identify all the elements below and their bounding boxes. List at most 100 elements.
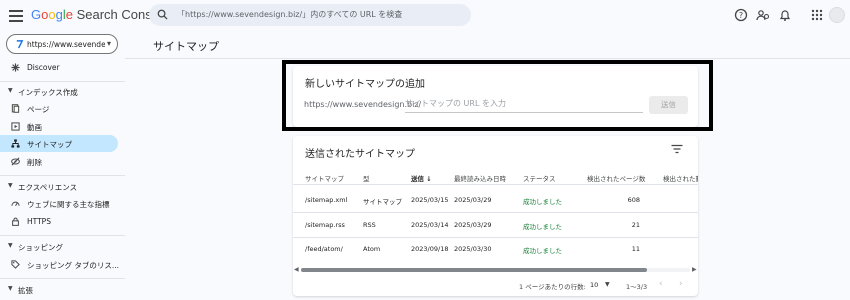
removal-icon bbox=[11, 157, 20, 166]
sidebar-section-shopping[interactable]: ▼ ショッピング bbox=[0, 239, 125, 253]
column-header-submitted[interactable]: 送信 ↓ bbox=[411, 173, 432, 183]
scroll-right-arrow-icon[interactable]: ▶ bbox=[692, 266, 697, 273]
status-badge: 成功しました bbox=[523, 198, 562, 206]
collapse-triangle-icon: ▼ bbox=[8, 285, 13, 292]
gauge-icon bbox=[11, 201, 20, 207]
header-divider bbox=[125, 58, 850, 59]
section-label: ショッピング bbox=[18, 243, 63, 252]
pages-found-count: 608 bbox=[627, 196, 640, 204]
section-label: エクスペリエンス bbox=[18, 183, 78, 192]
sidebar-divider bbox=[0, 235, 125, 236]
pagination-range: 1～3/3 bbox=[626, 283, 648, 291]
sidebar-item-shopping-listings[interactable]: ショッピング タブのリス... bbox=[0, 256, 120, 273]
sidebar-item-label: サイトマップ bbox=[27, 140, 72, 149]
sidebar-item-core-web-vitals[interactable]: ウェブに関する主な指標 bbox=[0, 195, 118, 212]
apps-grid-icon[interactable] bbox=[810, 8, 824, 22]
submitted-sitemaps-title: 送信されたサイトマップ bbox=[305, 149, 415, 160]
sidebar-item-video[interactable]: 動画 bbox=[0, 118, 118, 135]
video-icon bbox=[11, 122, 20, 131]
horizontal-scrollbar[interactable]: ◀ ▶ bbox=[293, 266, 698, 274]
sidebar-item-label: HTTPS bbox=[27, 217, 51, 226]
sidebar-item-pages[interactable]: ページ bbox=[0, 100, 118, 117]
sidebar-item-label: ショッピング タブのリス... bbox=[27, 261, 120, 270]
sidebar-item-discover[interactable]: Discover bbox=[0, 59, 118, 76]
last-read-date: 2025/03/29 bbox=[454, 196, 492, 204]
sidebar: https://www.sevendesi... ▾ Discover ▼ イン… bbox=[0, 30, 125, 300]
google-logo-text: Google bbox=[31, 7, 73, 22]
property-favicon-icon bbox=[16, 40, 24, 49]
sidebar-item-label: ウェブに関する主な指標 bbox=[27, 200, 110, 209]
column-header-type[interactable]: 型 bbox=[363, 173, 370, 183]
top-bar: Google Search Console 「https://www.seven… bbox=[0, 0, 850, 30]
pages-found-count: 21 bbox=[631, 221, 640, 229]
chevron-down-icon: ▾ bbox=[107, 39, 112, 48]
next-page-icon[interactable]: › bbox=[679, 279, 683, 289]
sitemap-type: サイトマップ bbox=[363, 198, 402, 206]
chevron-down-icon[interactable]: ▼ bbox=[605, 281, 610, 288]
column-header-sitemap[interactable]: サイトマップ bbox=[305, 173, 344, 183]
column-header-last-read[interactable]: 最終読み込み日時 bbox=[454, 173, 506, 183]
svg-text:?: ? bbox=[739, 11, 743, 20]
row-rule bbox=[293, 212, 698, 213]
column-header-videos-found[interactable]: 検出された動 bbox=[663, 173, 698, 183]
account-avatar[interactable] bbox=[829, 7, 845, 23]
sidebar-section-experience[interactable]: ▼ エクスペリエンス bbox=[0, 179, 125, 193]
filter-icon[interactable] bbox=[671, 144, 683, 154]
submitted-sitemaps-card: 送信されたサイトマップ サイトマップ 型 送信 ↓ 最終読み込み日時 ステータス… bbox=[293, 136, 698, 296]
logo-letter: g bbox=[55, 7, 63, 22]
sidebar-section-indexing[interactable]: ▼ インデックス作成 bbox=[0, 84, 125, 98]
search-icon bbox=[157, 9, 168, 20]
logo-letter: o bbox=[48, 7, 56, 22]
column-header-label: 送信 bbox=[411, 175, 424, 183]
sitemap-path[interactable]: /sitemap.xml bbox=[305, 196, 347, 204]
pages-icon bbox=[11, 104, 20, 113]
header-rule bbox=[293, 184, 698, 185]
submitted-date: 2023/09/18 bbox=[411, 245, 449, 253]
lock-icon bbox=[12, 217, 19, 226]
sitemap-icon bbox=[11, 139, 20, 148]
previous-page-icon[interactable]: ‹ bbox=[659, 279, 663, 289]
hamburger-menu-icon[interactable] bbox=[8, 7, 24, 23]
collapse-triangle-icon: ▼ bbox=[8, 182, 13, 189]
last-read-date: 2025/03/29 bbox=[454, 221, 492, 229]
search-placeholder: 「https://www.sevendesign.biz/」内のすべての URL… bbox=[177, 10, 403, 19]
property-selector[interactable]: https://www.sevendesi... ▾ bbox=[6, 34, 118, 54]
column-header-status[interactable]: ステータス bbox=[523, 173, 556, 183]
sidebar-item-label: 削除 bbox=[27, 158, 42, 167]
rows-per-page-select[interactable]: 10 bbox=[590, 281, 598, 289]
sitemap-path[interactable]: /feed/atom/ bbox=[305, 245, 343, 253]
sort-arrow-icon: ↓ bbox=[426, 175, 432, 183]
sitemap-type: RSS bbox=[363, 221, 376, 229]
column-header-pages-found[interactable]: 検出されたページ数 bbox=[587, 173, 645, 183]
sidebar-item-label: 動画 bbox=[27, 123, 42, 132]
collapse-triangle-icon: ▼ bbox=[8, 242, 13, 249]
page-title: サイトマップ bbox=[153, 40, 219, 53]
url-inspection-search[interactable]: 「https://www.sevendesign.biz/」内のすべての URL… bbox=[149, 4, 471, 26]
highlight-annotation-box bbox=[282, 60, 713, 131]
sidebar-item-https[interactable]: HTTPS bbox=[0, 213, 118, 230]
tag-icon bbox=[11, 260, 20, 269]
scroll-left-arrow-icon[interactable]: ◀ bbox=[294, 266, 299, 273]
sidebar-section-enhancements[interactable]: ▼ 拡張 bbox=[0, 282, 125, 296]
bell-icon[interactable] bbox=[778, 8, 792, 22]
section-label: インデックス作成 bbox=[18, 88, 78, 97]
property-url: https://www.sevendesi... bbox=[27, 40, 105, 49]
users-icon[interactable] bbox=[756, 8, 770, 22]
asterisk-icon bbox=[11, 63, 20, 72]
logo-letter: G bbox=[31, 7, 42, 22]
scrollbar-thumb[interactable] bbox=[301, 268, 647, 272]
submitted-date: 2025/03/15 bbox=[411, 196, 449, 204]
sitemap-type: Atom bbox=[363, 245, 381, 253]
sidebar-item-label: Discover bbox=[27, 63, 60, 72]
sidebar-divider bbox=[0, 81, 125, 82]
sidebar-item-sitemaps[interactable]: サイトマップ bbox=[0, 135, 118, 152]
pages-found-count: 11 bbox=[631, 245, 640, 253]
sidebar-divider bbox=[0, 175, 125, 176]
sidebar-item-label: ページ bbox=[27, 105, 50, 114]
status-badge: 成功しました bbox=[523, 223, 562, 231]
sitemap-path[interactable]: /sitemap.rss bbox=[305, 221, 345, 229]
status-badge: 成功しました bbox=[523, 247, 562, 255]
submitted-date: 2025/03/14 bbox=[411, 221, 449, 229]
help-icon[interactable]: ? bbox=[734, 8, 748, 22]
sidebar-item-removals[interactable]: 削除 bbox=[0, 153, 118, 170]
